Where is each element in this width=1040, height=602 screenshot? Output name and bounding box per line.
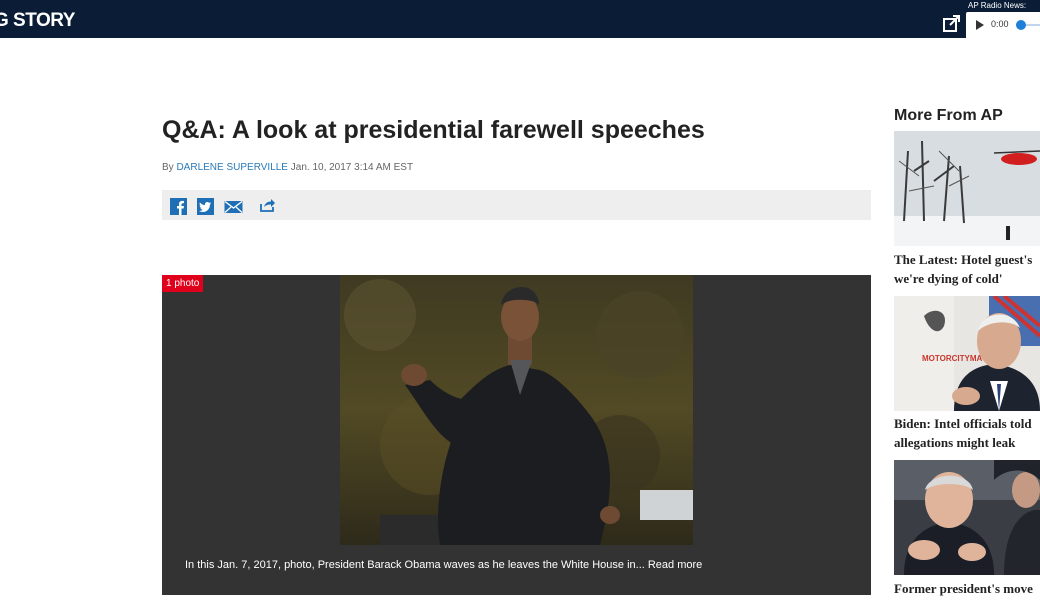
facebook-icon[interactable] <box>170 198 187 215</box>
sidebar-title: More From AP <box>894 107 1003 124</box>
volume-knob[interactable] <box>1016 20 1026 30</box>
sidebar-item-title-1-line2[interactable]: we're dying of cold' <box>894 269 1040 288</box>
share-bar <box>162 190 871 220</box>
radio-label: AP Radio News: <box>968 1 1027 10</box>
twitter-icon[interactable] <box>197 198 214 215</box>
byline: By DARLENE SUPERVILLE Jan. 10, 2017 3:14… <box>162 162 413 173</box>
page-title: Q&A: A look at presidential farewell spe… <box>162 116 705 144</box>
sidebar-item-title-2-line1[interactable]: Biden: Intel officials told <box>894 414 1040 433</box>
sidebar-item-title-2-line2[interactable]: allegations might leak <box>894 433 1040 452</box>
article-photo[interactable] <box>340 275 693 545</box>
photo-caption[interactable]: In this Jan. 7, 2017, photo, President B… <box>185 559 702 571</box>
brand-logo-text[interactable]: G STORY <box>0 10 75 32</box>
external-link-icon[interactable] <box>943 14 961 32</box>
audio-player: 0:00 <box>966 12 1040 38</box>
byline-prefix: By <box>162 162 174 173</box>
sidebar-thumb-2[interactable]: MOTORCITYMATCH <box>894 296 1040 411</box>
photo-count-badge[interactable]: 1 photo <box>162 275 204 292</box>
play-icon[interactable] <box>976 20 984 30</box>
player-time: 0:00 <box>991 19 1009 29</box>
sidebar-thumb-3[interactable] <box>894 460 1040 575</box>
share-icon[interactable] <box>259 197 276 214</box>
photo-gallery[interactable]: 1 photo In this Jan. 7, 2017, photo, Pre… <box>162 275 871 595</box>
top-bar: G STORY AP Radio News: 0:00 <box>0 0 1040 38</box>
email-icon[interactable] <box>224 198 243 215</box>
sidebar-item-title-1-line1[interactable]: The Latest: Hotel guest's <box>894 250 1040 269</box>
sidebar-item-title-3-line1[interactable]: Former president's move <box>894 579 1040 598</box>
author-link[interactable]: DARLENE SUPERVILLE <box>176 162 288 173</box>
publish-date: Jan. 10, 2017 3:14 AM EST <box>290 162 414 173</box>
sidebar-thumb-1[interactable] <box>894 131 1040 246</box>
